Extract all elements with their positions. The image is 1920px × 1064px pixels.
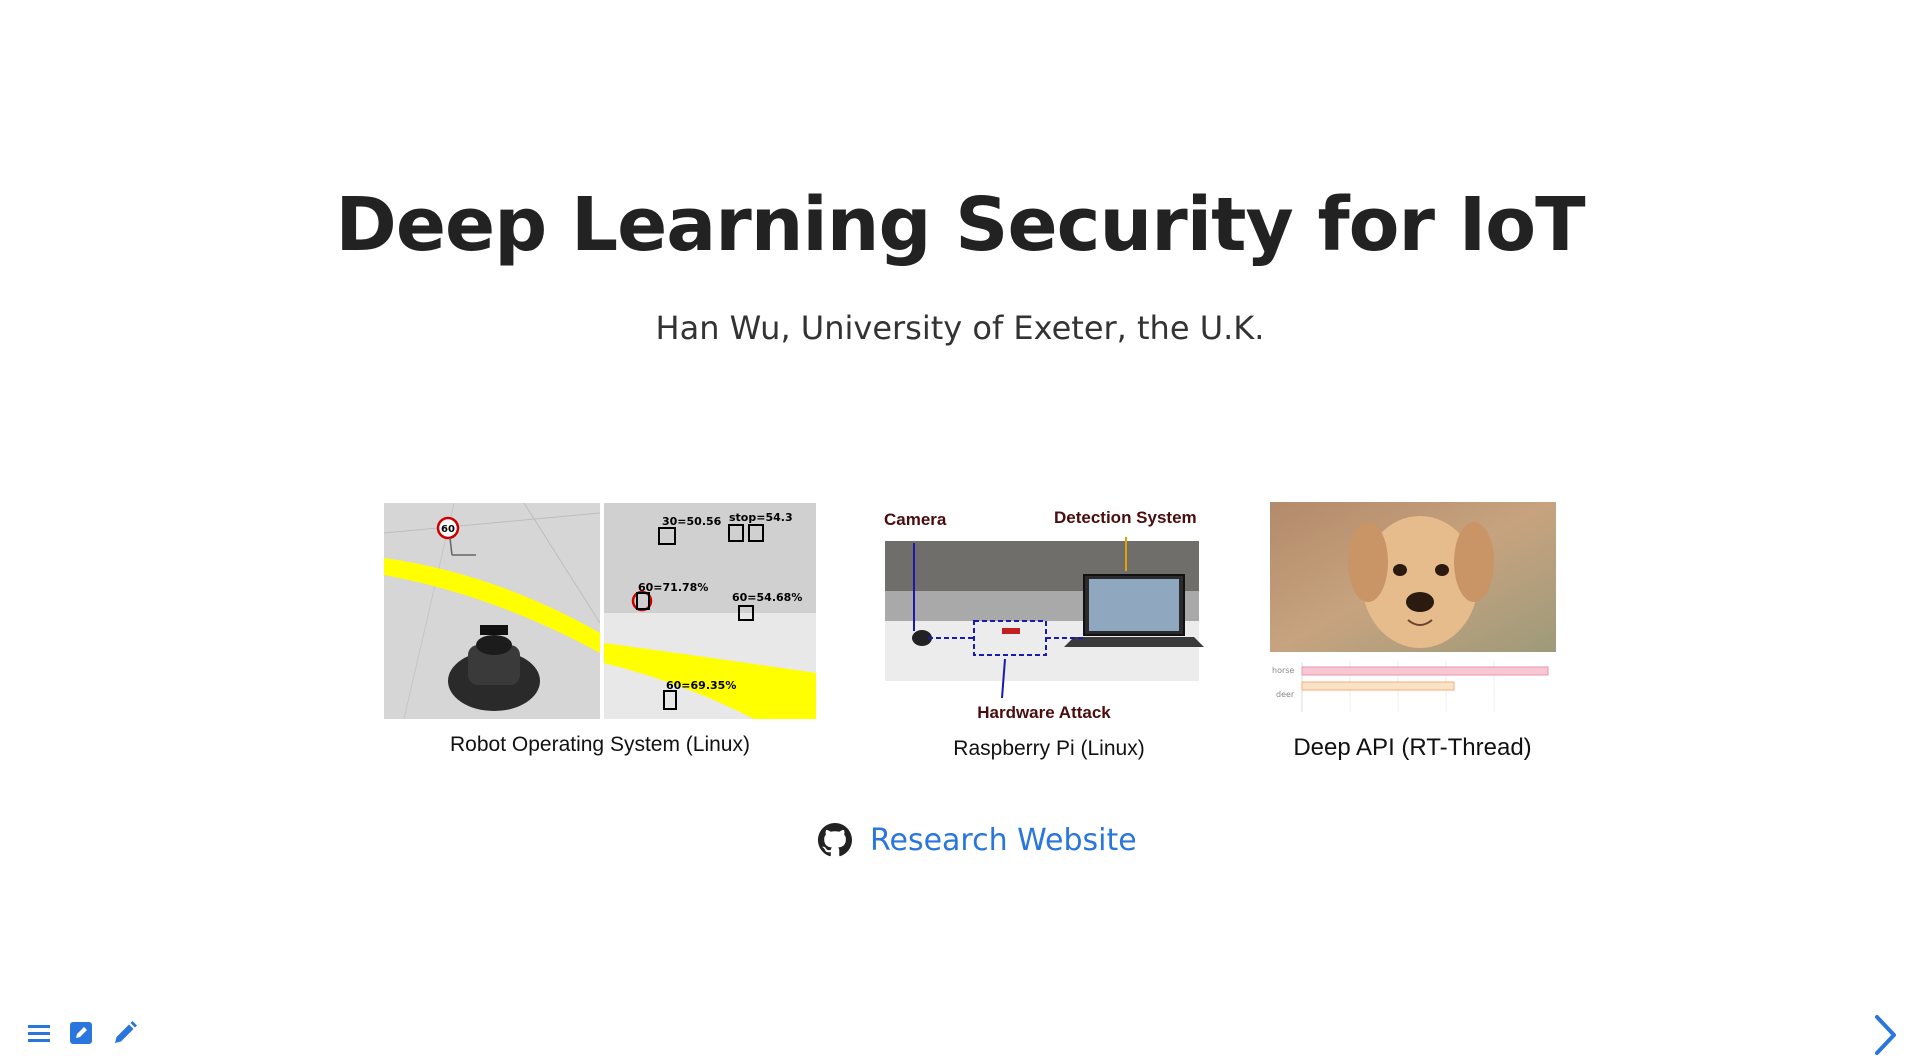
figure-ros-caption: Robot Operating System (Linux) [450,733,750,756]
github-icon[interactable] [818,823,852,857]
det-label-3: 60=71.78% [638,581,708,594]
det-label-5: 60=69.35% [666,679,736,692]
label-camera: Camera [884,510,947,529]
slide-title: Deep Learning Security for IoT [335,182,1585,268]
det-label-2: stop=54.3 [729,511,793,524]
deep-api-image: horse deer [1270,502,1556,712]
label-detection-system: Detection System [1054,508,1197,527]
figure-deep-api-caption: Deep API (RT-Thread) [1293,734,1532,761]
research-website-row[interactable]: Research Website [818,818,1137,862]
bar-label-deer: deer [1276,690,1295,699]
ros-sim-scene: 60 [384,503,600,719]
slide: Deep Learning Security for IoT Han Wu, U… [0,0,1920,1064]
det-label-4: 60=54.68% [732,591,802,604]
menu-icon[interactable] [28,1023,50,1043]
label-hardware-attack: Hardware Attack [977,703,1111,722]
figure-deep-api: horse deer Deep API (RT-Thread) [1270,502,1560,772]
ros-sim-image-left: 60 [384,503,600,719]
ros-detection-scene: 30=50.56 stop=54.3 60=71.78% 60=54.68% 6… [604,503,816,719]
bar-label-horse: horse [1272,666,1294,675]
pencil-icon[interactable] [112,1020,138,1046]
ros-detection-image-right: 30=50.56 stop=54.3 60=71.78% 60=54.68% 6… [604,503,816,719]
figure-raspberry-pi: Camera Detection System Hardware Attack … [884,503,1214,773]
chevron-right-icon[interactable] [1874,1014,1898,1056]
research-website-link[interactable]: Research Website [870,823,1137,858]
slide-toolbar [28,1020,138,1046]
edit-square-icon[interactable] [70,1022,92,1044]
slide-subtitle: Han Wu, University of Exeter, the U.K. [655,309,1265,347]
figure-ros: 60 30=50.56 stop=54.3 60=71.78% 60=54.68… [384,503,816,773]
figure-raspberry-pi-caption: Raspberry Pi (Linux) [953,737,1145,760]
raspberry-pi-diagram: Camera Detection System [884,508,1204,699]
sign-text: 60 [441,524,455,535]
det-label-1: 30=50.56 [662,515,722,528]
next-slide-control[interactable] [1874,1014,1898,1060]
